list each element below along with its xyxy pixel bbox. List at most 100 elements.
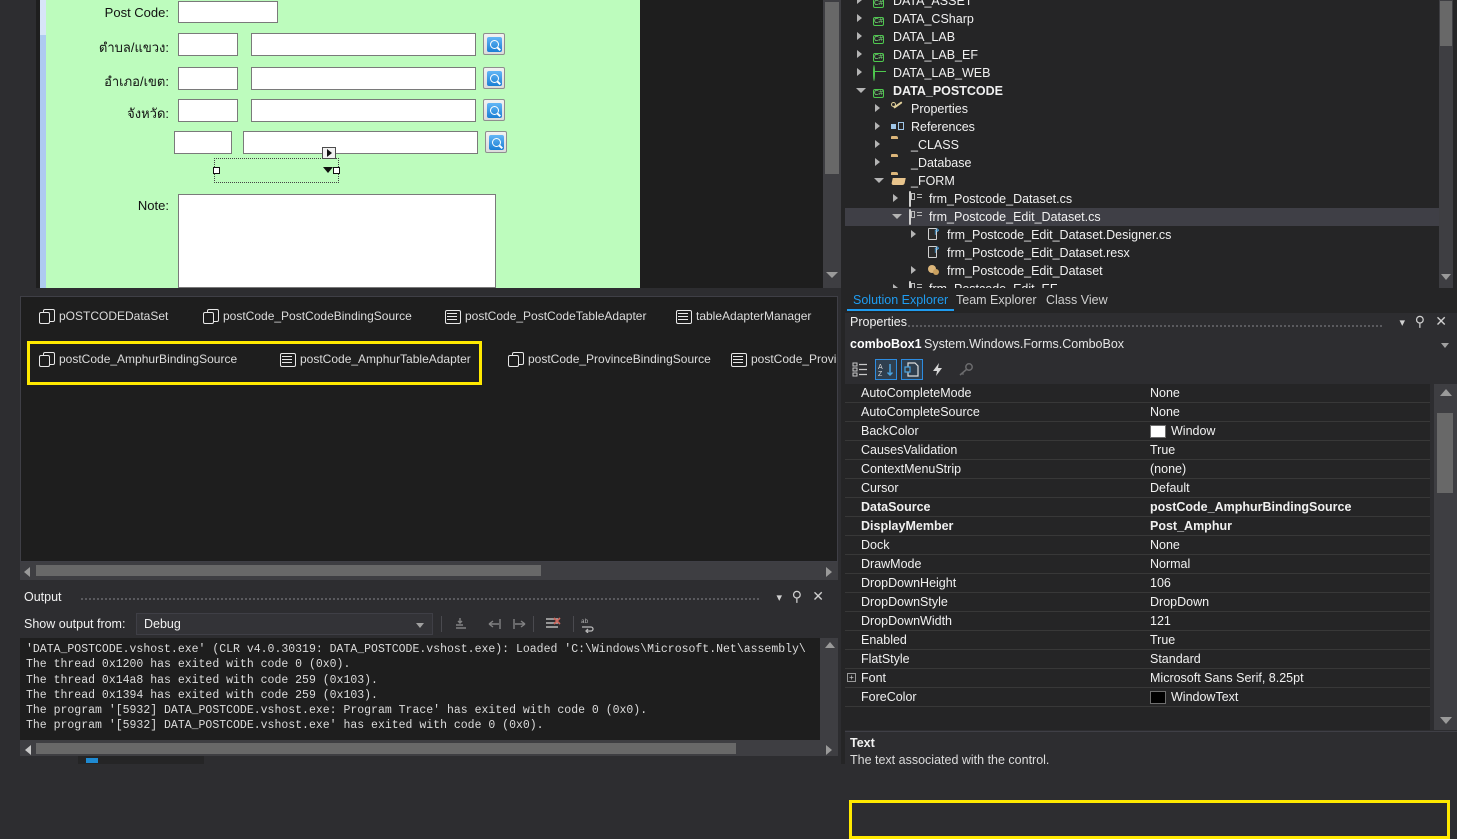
output-vertical-scrollbar[interactable] — [820, 638, 838, 740]
tray-item-postcode-tableadapter[interactable]: postCode_PostCodeTableAdapter — [445, 309, 646, 324]
tree-node[interactable]: _FORM — [845, 172, 1439, 190]
tree-node[interactable]: C# DATA_POSTCODE — [845, 82, 1439, 100]
property-row[interactable]: Enabled True — [845, 631, 1430, 650]
textbox-tambon-code[interactable] — [178, 33, 238, 56]
tree-node[interactable]: C# DATA_ASSET — [845, 0, 1439, 10]
events-icon[interactable] — [927, 359, 949, 380]
property-value[interactable]: Window — [1171, 424, 1215, 438]
property-value[interactable]: DropDown — [1150, 595, 1209, 609]
expander-icon[interactable]: + — [847, 673, 856, 682]
property-row[interactable]: FlatStyle Standard — [845, 650, 1430, 669]
property-value[interactable]: None — [1150, 386, 1180, 400]
tree-node[interactable]: frm_Postcode_Edit_Dataset.Designer.cs — [845, 226, 1439, 244]
form-designer-pane[interactable]: Post Code: ตำบล/แขวง: อำเภอ/เขต: จังหวัด… — [0, 0, 841, 292]
scroll-right-arrow-icon[interactable] — [826, 745, 832, 755]
combobox-selected-control[interactable] — [213, 147, 340, 183]
tray-item-tableadaptermanager[interactable]: tableAdapterManager — [676, 309, 811, 324]
properties-toolbar[interactable]: A Z — [845, 357, 1457, 383]
property-row[interactable]: CausesValidation True — [845, 441, 1430, 460]
word-wrap-icon[interactable]: ab — [580, 615, 598, 634]
property-value[interactable]: True — [1150, 443, 1175, 457]
combobox1[interactable] — [214, 158, 339, 183]
property-row[interactable]: DataSource postCode_AmphurBindingSource — [845, 498, 1430, 517]
tray-item-province-bindingsource[interactable]: postCode_ProvinceBindingSource — [508, 352, 711, 367]
resize-handle-right[interactable] — [333, 167, 340, 174]
properties-object-selector[interactable]: comboBox1 System.Windows.Forms.ComboBox — [845, 334, 1457, 356]
expander-collapsed-icon[interactable] — [857, 32, 862, 40]
textbox-extra-name[interactable] — [243, 131, 478, 154]
textbox-note[interactable] — [178, 194, 496, 288]
scroll-right-arrow-icon[interactable] — [826, 567, 832, 577]
property-row[interactable]: ContextMenuStrip (none) — [845, 460, 1430, 479]
textbox-post-code[interactable] — [178, 1, 278, 23]
tree-node[interactable]: C# DATA_CSharp — [845, 10, 1439, 28]
expander-collapsed-icon[interactable] — [875, 140, 880, 148]
expander-collapsed-icon[interactable] — [857, 50, 862, 58]
property-value[interactable]: True — [1150, 633, 1175, 647]
property-value[interactable]: None — [1150, 405, 1180, 419]
output-window[interactable]: Output ▾ ⚲ ✕ Show output from: Debug ab … — [20, 586, 838, 764]
property-value[interactable]: (none) — [1150, 462, 1186, 476]
pin-icon[interactable]: ⚲ — [1415, 313, 1425, 330]
output-scroll-thumb[interactable] — [36, 743, 736, 754]
chevron-down-icon[interactable]: ▾ — [776, 591, 782, 604]
properties-window[interactable]: Properties ▾ ⚲ ✕ comboBox1 System.Window… — [845, 313, 1457, 839]
solution-explorer-tree[interactable]: C# DATA_ASSET C# DATA_CSharp C# DATA_LAB C# DAT… — [845, 0, 1457, 288]
search-button-tambon[interactable] — [483, 33, 505, 55]
property-value[interactable]: 121 — [1150, 614, 1171, 628]
tree-node[interactable]: C# DATA_LAB — [845, 28, 1439, 46]
clear-all-icon[interactable] — [544, 615, 562, 633]
component-tray[interactable]: pOSTCODEDataSet postCode_PostCodeBinding… — [20, 296, 838, 562]
property-value[interactable]: Post_Amphur — [1150, 519, 1232, 533]
property-row[interactable]: DropDownHeight 106 — [845, 574, 1430, 593]
textbox-tambon-name[interactable] — [251, 33, 476, 56]
tree-node[interactable]: DATA_LAB_WEB — [845, 64, 1439, 82]
tray-item-postcode-bindingsource[interactable]: postCode_PostCodeBindingSource — [203, 309, 412, 324]
property-row[interactable]: DropDownWidth 121 — [845, 612, 1430, 631]
close-icon[interactable]: ✕ — [1435, 313, 1447, 330]
alphabetical-icon[interactable]: A Z — [875, 359, 897, 380]
scroll-down-arrow-icon[interactable] — [1441, 274, 1451, 280]
expander-collapsed-icon[interactable] — [911, 266, 916, 274]
scroll-left-arrow-icon[interactable] — [25, 745, 31, 755]
expander-collapsed-icon[interactable] — [857, 68, 862, 76]
form-client-area[interactable]: Post Code: ตำบล/แขวง: อำเภอ/เขต: จังหวัด… — [46, 0, 640, 288]
property-row[interactable]: DropDownStyle DropDown — [845, 593, 1430, 612]
chevron-down-icon[interactable]: ▾ — [1399, 316, 1405, 329]
explorer-tab-strip[interactable]: Solution Explorer Team Explorer Class Vi… — [845, 290, 1457, 311]
output-text-area[interactable]: 'DATA_POSTCODE.vshost.exe' (CLR v4.0.303… — [20, 638, 820, 740]
property-pages-icon[interactable] — [901, 359, 923, 380]
tray-scroll-thumb[interactable] — [36, 565, 541, 576]
go-to-next-icon[interactable] — [510, 615, 528, 633]
property-row[interactable]: ForeColor WindowText — [845, 688, 1430, 707]
tree-node[interactable]: Properties — [845, 100, 1439, 118]
property-value[interactable]: Default — [1150, 481, 1190, 495]
expander-collapsed-icon[interactable] — [875, 104, 880, 112]
output-toolbar[interactable]: Show output from: Debug ab — [20, 612, 838, 638]
categorized-icon[interactable] — [849, 359, 871, 380]
expander-collapsed-icon[interactable] — [893, 194, 898, 202]
properties-grid[interactable]: AutoCompleteMode None AutoCompleteSource No… — [845, 384, 1457, 730]
property-value[interactable]: Normal — [1150, 557, 1190, 571]
tree-node[interactable]: frm_Postcode_Edit_Dataset.resx — [845, 244, 1439, 262]
property-value[interactable]: Microsoft Sans Serif, 8.25pt — [1150, 671, 1304, 685]
expander-collapsed-icon[interactable] — [893, 284, 898, 288]
scroll-down-arrow-icon[interactable] — [1440, 717, 1452, 724]
property-row[interactable]: BackColor Window — [845, 422, 1430, 441]
expander-expanded-icon[interactable] — [874, 178, 884, 183]
search-button-extra[interactable] — [485, 131, 507, 153]
expander-collapsed-icon[interactable] — [875, 158, 880, 166]
pin-icon[interactable]: ⚲ — [792, 588, 802, 605]
tree-node[interactable]: _Database — [845, 154, 1439, 172]
form-design-surface[interactable]: Post Code: ตำบล/แขวง: อำเภอ/เขต: จังหวัด… — [40, 0, 640, 288]
expander-expanded-icon[interactable] — [856, 88, 866, 93]
tree-node[interactable]: frm_Postcode_Edit_Dataset.cs — [845, 208, 1439, 226]
property-value[interactable]: postCode_AmphurBindingSource — [1150, 500, 1351, 514]
expander-collapsed-icon[interactable] — [875, 122, 880, 130]
property-row[interactable]: AutoCompleteMode None — [845, 384, 1430, 403]
property-row[interactable]: Cursor Default — [845, 479, 1430, 498]
properties-scroll-thumb[interactable] — [1437, 413, 1453, 493]
find-message-icon[interactable] — [452, 615, 470, 633]
property-value[interactable]: None — [1150, 538, 1180, 552]
tab-team-explorer[interactable]: Team Explorer — [950, 290, 1043, 309]
